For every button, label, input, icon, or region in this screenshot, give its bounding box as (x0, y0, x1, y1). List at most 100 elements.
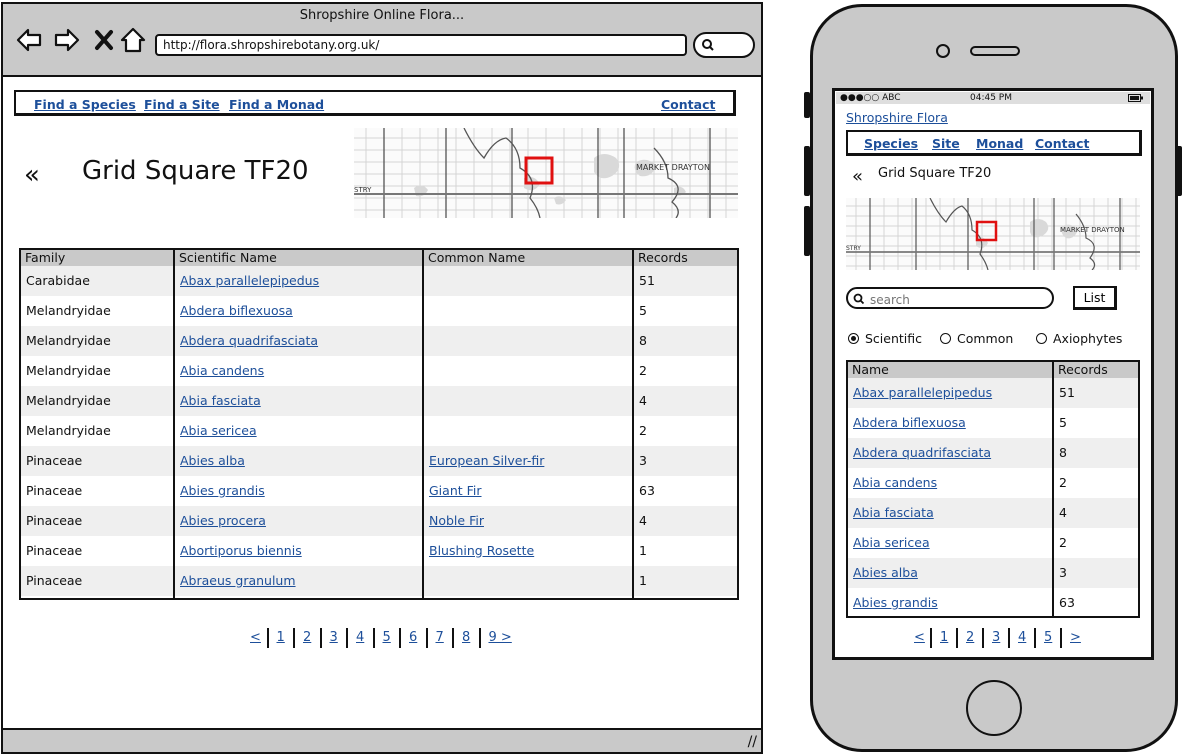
nav-contact[interactable]: Contact (661, 97, 715, 112)
table-row: Pinaceae Abraeus granulum 1 (21, 566, 737, 596)
list-button[interactable]: List (1073, 286, 1117, 310)
page-link[interactable]: 2 (303, 630, 311, 645)
phone-home-button[interactable] (966, 680, 1022, 736)
scientific-name-link[interactable]: Abax parallelepipedus (175, 266, 422, 296)
mnav-contact[interactable]: Contact (1035, 136, 1089, 151)
species-name-link[interactable]: Abia fasciata (848, 498, 1052, 528)
scientific-name-link[interactable]: Abies alba (175, 446, 422, 476)
page-separator (372, 628, 375, 648)
species-table: Family Scientific Name Common Name Recor… (19, 248, 739, 600)
radio-radios-row1-1[interactable]: Common (940, 331, 1013, 346)
scientific-name-link[interactable]: Abia candens (175, 356, 422, 386)
scientific-name-link[interactable]: Abies grandis (175, 476, 422, 506)
nav-find-species[interactable]: Find a Species (34, 97, 136, 112)
scientific-name-link[interactable]: Abdera quadrifasciata (175, 326, 422, 356)
species-name-link[interactable]: Abies alba (848, 558, 1052, 588)
mobile-search-box[interactable] (846, 287, 1054, 309)
page-link[interactable]: 3 (992, 630, 1000, 645)
species-name-link[interactable]: Abia sericea (848, 528, 1052, 558)
scientific-name-link[interactable]: Abies procera (175, 506, 422, 536)
back-arrow-icon[interactable] (15, 26, 43, 54)
page-link[interactable]: 4 (356, 630, 364, 645)
page-link[interactable]: 3 (330, 630, 338, 645)
col-header-name[interactable]: Name (848, 362, 1052, 378)
page-separator (1008, 628, 1010, 648)
browser-search-box[interactable] (693, 32, 755, 58)
species-name-link[interactable]: Abia candens (848, 468, 1052, 498)
page-link[interactable]: 9 > (489, 630, 512, 645)
forward-arrow-icon[interactable] (53, 26, 81, 54)
scientific-name-link[interactable]: Abortiporus biennis (175, 536, 422, 566)
nav-find-site[interactable]: Find a Site (144, 97, 220, 112)
scientific-name-link[interactable]: Abia sericea (175, 416, 422, 446)
scientific-name-link[interactable]: Abia fasciata (175, 386, 422, 416)
records-cell: 4 (639, 513, 647, 528)
records-cell: 2 (639, 423, 647, 438)
app-home-link[interactable]: Shropshire Flora (846, 110, 948, 125)
scientific-name-link[interactable]: Abraeus granulum (175, 566, 422, 596)
table-row: Carabidae Abax parallelepipedus 51 (21, 266, 737, 296)
page-link[interactable]: > (1070, 630, 1081, 645)
common-name-link[interactable]: European Silver-fir (424, 446, 632, 476)
species-name-link[interactable]: Abies grandis (848, 588, 1052, 616)
page-link[interactable]: < (914, 630, 925, 645)
radio-circle-icon[interactable] (848, 333, 859, 344)
col-header-records[interactable]: Records (634, 250, 737, 266)
col-header-records[interactable]: Records (1054, 362, 1138, 378)
page-link[interactable]: < (250, 630, 261, 645)
page-link[interactable]: 8 (462, 630, 470, 645)
page-separator (1060, 628, 1062, 648)
map-town-label: MARKET DRAYTON (1060, 226, 1125, 234)
table-row: Pinaceae Abies alba European Silver-fir 3 (21, 446, 737, 476)
common-name-link[interactable]: Giant Fir (424, 476, 632, 506)
page-link[interactable]: 7 (436, 630, 444, 645)
address-bar[interactable]: http://flora.shropshirebotany.org.uk/ (155, 34, 687, 56)
page-link[interactable]: 1 (940, 630, 948, 645)
page-link[interactable]: 1 (277, 630, 285, 645)
common-name-link[interactable]: Blushing Rosette (424, 536, 632, 566)
species-name-link[interactable]: Abax parallelepipedus (848, 378, 1052, 408)
page-link[interactable]: 2 (966, 630, 974, 645)
common-name-link[interactable]: Noble Fir (424, 506, 632, 536)
mnav-site[interactable]: Site (932, 136, 960, 151)
species-name-link[interactable]: Abdera quadrifasciata (848, 438, 1052, 468)
nav-find-monad[interactable]: Find a Monad (229, 97, 324, 112)
table-row: Melandryidae Abia sericea 2 (21, 416, 737, 446)
page-link[interactable]: 5 (383, 630, 391, 645)
page-link[interactable]: 5 (1044, 630, 1052, 645)
radio-radios-row1-0[interactable]: Scientific (848, 331, 922, 346)
grid-square-map[interactable]: MARKET DRAYTON STRY (354, 128, 738, 218)
battery-icon (1128, 94, 1143, 102)
table-row: Abia sericea 2 (848, 528, 1138, 558)
radio-circle-icon[interactable] (940, 333, 951, 344)
resize-grip-icon[interactable]: // (748, 734, 757, 750)
table-row: Melandryidae Abdera quadrifasciata 8 (21, 326, 737, 356)
species-name-link[interactable]: Abdera biflexuosa (848, 408, 1052, 438)
mnav-species[interactable]: Species (864, 136, 918, 151)
page-separator (266, 628, 269, 648)
radio-circle-icon[interactable] (1036, 333, 1047, 344)
page-link[interactable]: 6 (409, 630, 417, 645)
stop-x-icon[interactable] (91, 26, 119, 54)
col-header-scientific[interactable]: Scientific Name (175, 250, 422, 266)
page-separator (425, 628, 428, 648)
search-input[interactable] (868, 291, 1052, 308)
records-cell: 2 (1059, 475, 1067, 490)
radio-radios-row1-2[interactable]: Axiophytes (1036, 331, 1122, 346)
double-chevron-left-icon[interactable]: « (852, 166, 863, 187)
home-icon[interactable] (119, 26, 147, 54)
table-row: Abia candens 2 (848, 468, 1138, 498)
page-separator (319, 628, 322, 648)
common-name-link (424, 416, 632, 446)
col-header-family[interactable]: Family (21, 250, 173, 266)
mobile-grid-map[interactable]: MARKET DRAYTON STRY (846, 198, 1140, 270)
column-divider (632, 250, 634, 598)
page-link[interactable]: 4 (1018, 630, 1026, 645)
common-name-link (424, 326, 632, 356)
carrier-signal: ●●●○○ ABC (840, 93, 901, 103)
double-chevron-left-icon[interactable]: « (24, 160, 40, 190)
scientific-name-link[interactable]: Abdera biflexuosa (175, 296, 422, 326)
col-header-common[interactable]: Common Name (424, 250, 632, 266)
records-cell: 63 (1059, 595, 1075, 610)
mnav-monad[interactable]: Monad (976, 136, 1023, 151)
